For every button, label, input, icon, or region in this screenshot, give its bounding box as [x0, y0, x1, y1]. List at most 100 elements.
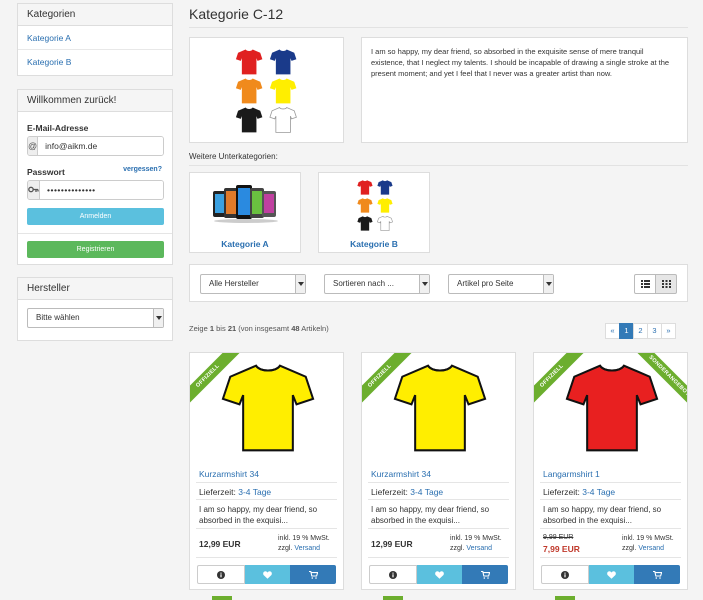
- product-name[interactable]: Langarmshirt 1: [543, 469, 600, 479]
- pagination-page-1[interactable]: 1: [619, 323, 634, 339]
- info-icon: [560, 570, 569, 579]
- manufacturer-select[interactable]: Bitte wählen: [27, 308, 164, 328]
- next-row-ribbon: [212, 596, 232, 600]
- subcategory-tile-kategorie-a[interactable]: Kategorie A: [189, 172, 301, 253]
- divider: [196, 482, 337, 483]
- key-icon: [28, 181, 40, 199]
- ribbon-left-wrap: OFFIZIELL: [190, 353, 250, 413]
- delivery-value[interactable]: 3-4 Tage: [410, 487, 443, 497]
- cart-icon: [480, 570, 490, 579]
- divider: [368, 499, 509, 500]
- ribbon-left-wrap: OFFIZIELL: [362, 353, 422, 413]
- info-icon: [388, 570, 397, 579]
- product-card[interactable]: OFFIZIELL SONDERANGEBOT Langarmshirt 1 Lief…: [533, 352, 688, 590]
- categories-title: Kategorien: [18, 4, 172, 26]
- login-button[interactable]: Anmelden: [27, 208, 164, 225]
- result-to: 21: [227, 324, 237, 333]
- product-price: 12,99 EUR: [371, 539, 413, 549]
- ribbon-right-wrap: SONDERANGEBOT: [627, 353, 687, 413]
- add-to-cart-button[interactable]: [462, 565, 509, 584]
- pagination-page-3[interactable]: 3: [647, 323, 662, 339]
- subcategory-tile-kategorie-b[interactable]: Kategorie B: [318, 172, 430, 253]
- product-description: I am so happy, my dear friend, so absorb…: [371, 505, 490, 525]
- pagination-prev[interactable]: «: [605, 323, 620, 339]
- product-card[interactable]: OFFIZIELL Kurzarmshirt 34 Lieferzeit: 3-4 …: [189, 352, 344, 590]
- delivery-value[interactable]: 3-4 Tage: [582, 487, 615, 497]
- page-title: Kategorie C-12: [189, 6, 284, 22]
- sort-filter-value: Sortieren nach ...: [333, 279, 394, 288]
- manufacturer-select-value: Bitte wählen: [36, 313, 80, 322]
- result-from: 1: [209, 324, 215, 333]
- sort-filter[interactable]: Sortieren nach ...: [324, 274, 430, 294]
- product-name[interactable]: Kurzarmshirt 34: [199, 469, 259, 479]
- login-panel: Willkommen zurück! E-Mail-Adresse @ Pass…: [17, 89, 173, 265]
- add-to-cart-button[interactable]: [634, 565, 681, 584]
- shipping-link[interactable]: Versand: [638, 545, 664, 552]
- product-actions: [369, 565, 509, 584]
- next-row-ribbon: [383, 596, 403, 600]
- pagination-next[interactable]: »: [661, 323, 676, 339]
- category-description: I am so happy, my dear friend, so absorb…: [371, 47, 670, 78]
- per-page-filter[interactable]: Artikel pro Seite: [448, 274, 554, 294]
- grid-icon: [661, 280, 671, 288]
- product-actions: [541, 565, 681, 584]
- product-description: I am so happy, my dear friend, so absorb…: [543, 505, 662, 525]
- grid-view-button[interactable]: [655, 274, 677, 294]
- sidebar-item-kategorie-a[interactable]: Kategorie A: [18, 26, 172, 50]
- result-total: 48: [291, 324, 300, 333]
- email-field[interactable]: [38, 137, 163, 155]
- subcategories-divider: [189, 165, 688, 166]
- pagination-page-2[interactable]: 2: [633, 323, 648, 339]
- product-card[interactable]: OFFIZIELL Kurzarmshirt 34 Lieferzeit: 3-4 …: [361, 352, 516, 590]
- login-title: Willkommen zurück!: [18, 90, 172, 112]
- register-button[interactable]: Registrieren: [27, 241, 164, 258]
- manufacturer-filter[interactable]: Alle Hersteller: [200, 274, 306, 294]
- manufacturer-title: Hersteller: [18, 278, 172, 300]
- password-input-group: [27, 180, 164, 200]
- delivery-label: Lieferzeit:: [199, 487, 236, 497]
- chevron-down-icon: [419, 275, 429, 293]
- info-button[interactable]: [197, 565, 245, 584]
- product-name[interactable]: Kurzarmshirt 34: [371, 469, 431, 479]
- result-to-word: bis: [216, 324, 226, 333]
- shipping-prefix: zzgl.: [278, 545, 293, 552]
- divider: [196, 499, 337, 500]
- subcategory-label-a: Kategorie A: [221, 239, 269, 249]
- list-view-button[interactable]: [634, 274, 656, 294]
- shipping-link[interactable]: Versand: [294, 545, 320, 552]
- divider: [368, 482, 509, 483]
- tax-info: inkl. 19 % MwSt. zzgl. Versand: [450, 534, 502, 554]
- forgot-password-link[interactable]: vergessen?: [123, 166, 162, 173]
- wishlist-button[interactable]: [416, 565, 463, 584]
- smartphones-image: [213, 185, 278, 223]
- delivery-label: Lieferzeit:: [371, 487, 408, 497]
- divider: [196, 528, 337, 529]
- shipping-link[interactable]: Versand: [466, 545, 492, 552]
- wishlist-button[interactable]: [588, 565, 635, 584]
- sidebar-item-kategorie-b[interactable]: Kategorie B: [18, 50, 172, 74]
- delivery-value[interactable]: 3-4 Tage: [238, 487, 271, 497]
- tshirts-small-image: [357, 180, 393, 231]
- wishlist-button[interactable]: [244, 565, 291, 584]
- info-icon: [216, 570, 225, 579]
- result-total-suffix: Artikeln): [301, 324, 329, 333]
- manufacturer-filter-value: Alle Hersteller: [209, 279, 259, 288]
- subcategory-label-b: Kategorie B: [350, 239, 398, 249]
- info-button[interactable]: [369, 565, 417, 584]
- email-label: E-Mail-Adresse: [27, 123, 89, 133]
- sale-price: 7,99 EUR: [543, 544, 580, 554]
- divider: [540, 482, 681, 483]
- add-to-cart-button[interactable]: [290, 565, 337, 584]
- info-button[interactable]: [541, 565, 589, 584]
- heart-icon: [435, 570, 444, 579]
- official-ribbon: OFFIZIELL: [534, 353, 589, 413]
- divider: [368, 557, 509, 558]
- divider: [540, 499, 681, 500]
- tax-text: inkl. 19 % MwSt.: [278, 535, 330, 542]
- chevron-down-icon: [543, 275, 553, 293]
- password-field[interactable]: [40, 181, 163, 199]
- official-ribbon: OFFIZIELL: [190, 353, 245, 413]
- subcategories-label: Weitere Unterkategorien:: [189, 152, 278, 161]
- cart-icon: [308, 570, 318, 579]
- divider: [540, 557, 681, 558]
